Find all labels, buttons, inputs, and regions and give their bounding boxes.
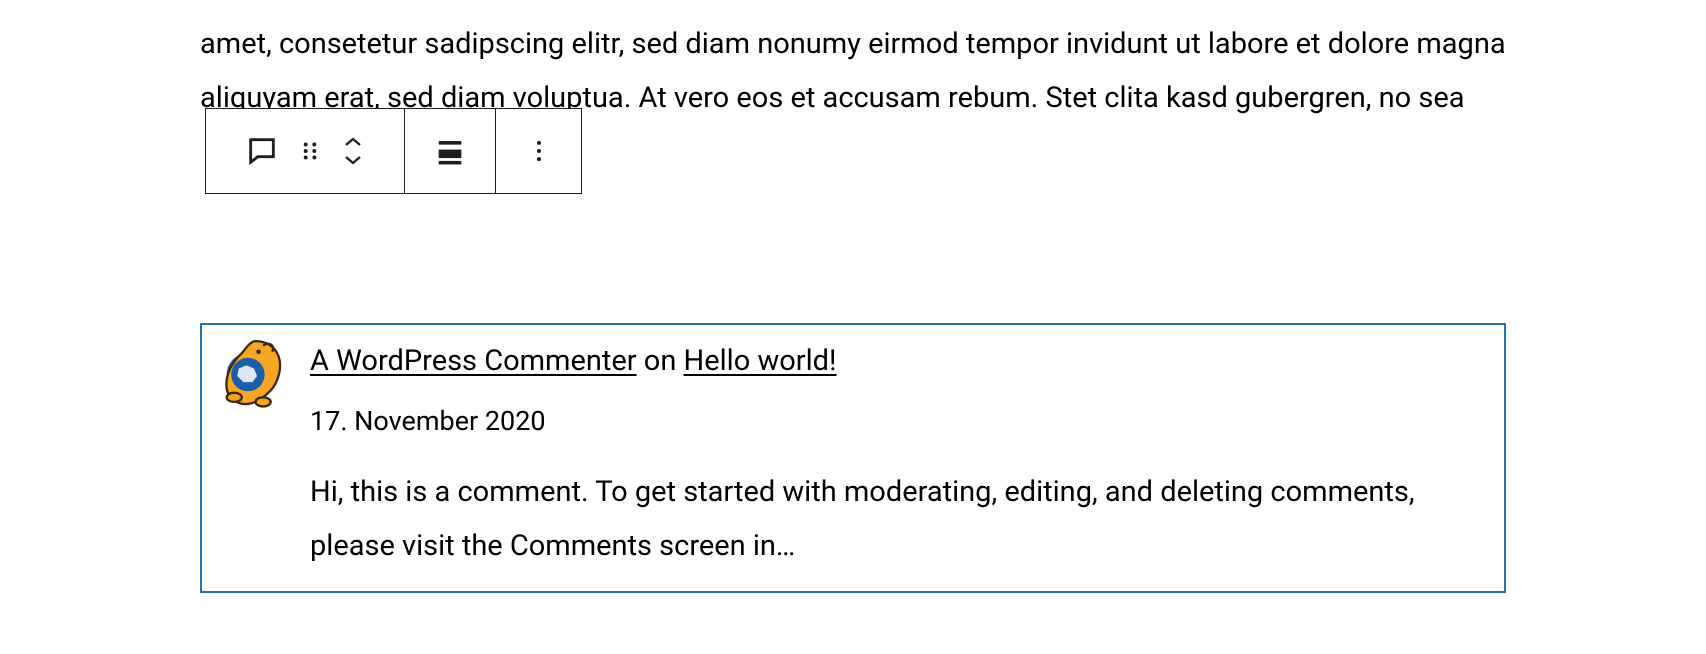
chevron-down-icon[interactable] [341, 152, 365, 168]
more-options-button[interactable] [496, 109, 581, 193]
more-vertical-icon [525, 137, 553, 165]
comment-header: A WordPress Commenter on Hello world! [310, 335, 1490, 387]
drag-handle-icon[interactable] [297, 138, 323, 164]
comment-body-text: Hi, this is a comment. To get started wi… [310, 466, 1490, 573]
comment-date: 17. November 2020 [310, 397, 1490, 446]
comment-post-link[interactable]: Hello world! [684, 344, 837, 378]
align-icon [433, 134, 467, 168]
move-arrows [341, 134, 365, 168]
comment-separator: on [644, 344, 677, 378]
block-toolbar [205, 108, 582, 194]
comment-author-link[interactable]: A WordPress Commenter [310, 344, 637, 378]
commenter-avatar [216, 335, 292, 411]
latest-comments-block[interactable]: A WordPress Commenter on Hello world! 17… [200, 323, 1506, 593]
chevron-up-icon[interactable] [341, 134, 365, 150]
comment-block-icon[interactable] [245, 134, 279, 168]
comment-content: A WordPress Commenter on Hello world! 17… [310, 335, 1490, 573]
align-button[interactable] [405, 109, 495, 193]
